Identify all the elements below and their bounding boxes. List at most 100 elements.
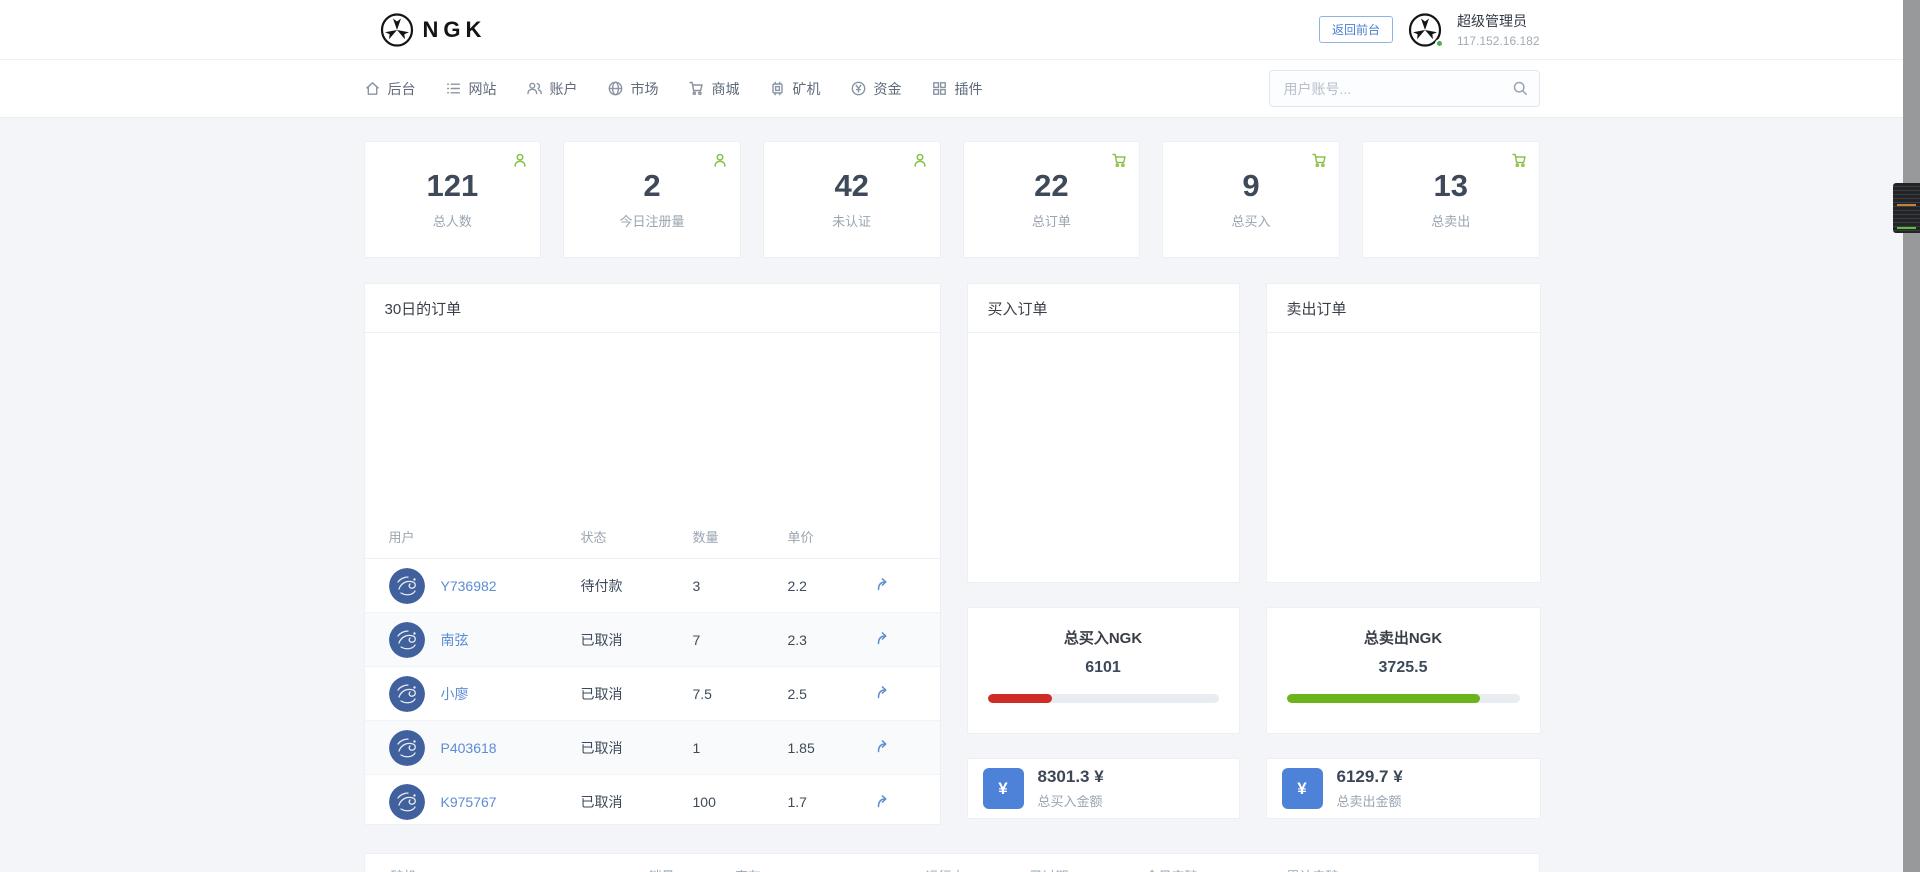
nav-item-funds[interactable]: 资金 [850,79,902,99]
list-icon [445,80,462,97]
nav-label: 后台 [388,79,416,99]
globe-icon [607,80,624,97]
avatar[interactable] [1408,13,1442,47]
nav-label: 插件 [955,79,983,99]
total-sell-title: 总卖出NGK [1267,608,1540,648]
miner-col-machine: 矿机 [391,866,417,872]
admin-info: 超级管理员 117.152.16.182 [1457,11,1540,48]
orders-30d-panel: 30日的订单 用户 状态 数量 单价 Y736982 待付款 [364,283,941,825]
stat-label: 今日注册量 [564,211,740,230]
goto-order-icon[interactable] [874,630,890,646]
stat-card-total-users: 121 总人数 [364,141,542,258]
table-row: 小廖 已取消 7.5 2.5 [365,667,940,721]
cart-icon [1111,152,1127,168]
orders-chart-area [365,333,940,515]
order-quantity: 7.5 [693,686,788,702]
yen-icon: ¥ [1282,768,1323,809]
order-price: 2.2 [788,578,874,594]
user-link[interactable]: 南弦 [441,630,469,650]
cart-icon [688,80,705,97]
back-to-front-button[interactable]: 返回前台 [1319,16,1393,43]
stat-card-total-orders: 22 总订单 [963,141,1141,258]
order-price: 1.7 [788,794,874,810]
admin-name: 超级管理员 [1457,11,1540,31]
order-status: 已取消 [581,684,693,704]
table-row: K975767 已取消 100 1.7 [365,775,940,829]
nav-item-market[interactable]: 市场 [607,79,659,99]
stat-card-total-sells: 13 总卖出 [1362,141,1540,258]
search-input[interactable] [1269,70,1540,107]
nav-label: 市场 [631,79,659,99]
nav-label: 资金 [874,79,902,99]
user-link[interactable]: 小廖 [441,684,469,704]
user-link[interactable]: P403618 [441,740,497,756]
total-buy-value: 6101 [968,659,1239,677]
goto-order-icon[interactable] [874,576,890,592]
stat-card-unverified: 42 未认证 [763,141,941,258]
main-navbar: 后台 网站 账户 市场 商城 [0,60,1903,118]
users-icon [526,80,543,97]
home-icon [364,80,381,97]
user-avatar[interactable] [389,622,425,658]
table-row: 南弦 已取消 7 2.3 [365,613,940,667]
order-quantity: 100 [693,794,788,810]
page: NGK 返回前台 超级管理员 117.152.16.182 [0,0,1903,872]
miner-table-panel: 矿机 销量 库存 运行中 已过期 今日产矿 累计产矿 [364,853,1540,872]
search-icon[interactable] [1512,80,1529,97]
user-link[interactable]: K975767 [441,794,497,810]
buy-orders-panel: 买入订单 [967,283,1240,583]
ngk-logo-icon [380,13,414,47]
stat-label: 总人数 [365,211,541,230]
nav-item-accounts[interactable]: 账户 [526,79,578,99]
scrollbar-marker-orange [1897,204,1916,206]
nav-item-backend[interactable]: 后台 [364,79,416,99]
nav-item-miner[interactable]: 矿机 [769,79,821,99]
miner-col-sales: 销量 [649,866,675,872]
nav-label: 网站 [469,79,497,99]
orders-table-body: Y736982 待付款 3 2.2 南弦 已取消 7 [365,559,940,829]
cpu-icon [769,80,786,97]
user-avatar[interactable] [389,784,425,820]
col-price: 单价 [788,527,874,546]
miner-col-total-out: 累计产矿 [1287,866,1339,872]
user-avatar[interactable] [389,568,425,604]
scrollbar-thumb[interactable] [1893,183,1920,233]
cart-icon [1311,152,1327,168]
goto-order-icon[interactable] [874,684,890,700]
nav-label: 账户 [550,79,578,99]
yen-icon: ¥ [983,768,1024,809]
stat-card-today-registered: 2 今日注册量 [563,141,741,258]
stat-label: 未认证 [764,211,940,230]
total-buy-ngk-card: 总买入NGK 6101 [967,607,1240,734]
orders-table-header: 用户 状态 数量 单价 [365,515,940,559]
scrollbar-track[interactable] [1903,0,1920,872]
goto-order-icon[interactable] [874,793,890,809]
nav-label: 矿机 [793,79,821,99]
user-link[interactable]: Y736982 [441,578,497,594]
order-status: 已取消 [581,738,693,758]
buy-amount-card: ¥ 8301.3 ¥ 总买入金额 [967,758,1240,819]
table-row: Y736982 待付款 3 2.2 [365,559,940,613]
order-quantity: 7 [693,632,788,648]
logo-text: NGK [423,17,487,43]
buy-progress-track [988,694,1219,703]
total-buy-title: 总买入NGK [968,608,1239,648]
goto-order-icon[interactable] [874,738,890,754]
nav-item-plugins[interactable]: 插件 [931,79,983,99]
miner-col-expired: 已过期 [1030,866,1069,872]
stats-row: 121 总人数 2 今日注册量 42 未认证 22 总订单 9 总买入 [364,141,1540,258]
user-avatar[interactable] [389,730,425,766]
total-sell-ngk-card: 总卖出NGK 3725.5 [1266,607,1541,734]
nav-item-website[interactable]: 网站 [445,79,497,99]
col-user: 用户 [389,527,581,546]
user-avatar[interactable] [389,676,425,712]
online-status-dot [1435,39,1444,48]
miner-col-running: 运行中 [926,866,965,872]
order-quantity: 1 [693,740,788,756]
sell-orders-title: 卖出订单 [1267,284,1540,333]
miner-col-stock: 库存 [735,866,761,872]
sell-progress-fill [1287,694,1480,703]
user-icon [912,152,928,168]
admin-ip: 117.152.16.182 [1457,34,1540,48]
nav-item-mall[interactable]: 商城 [688,79,740,99]
